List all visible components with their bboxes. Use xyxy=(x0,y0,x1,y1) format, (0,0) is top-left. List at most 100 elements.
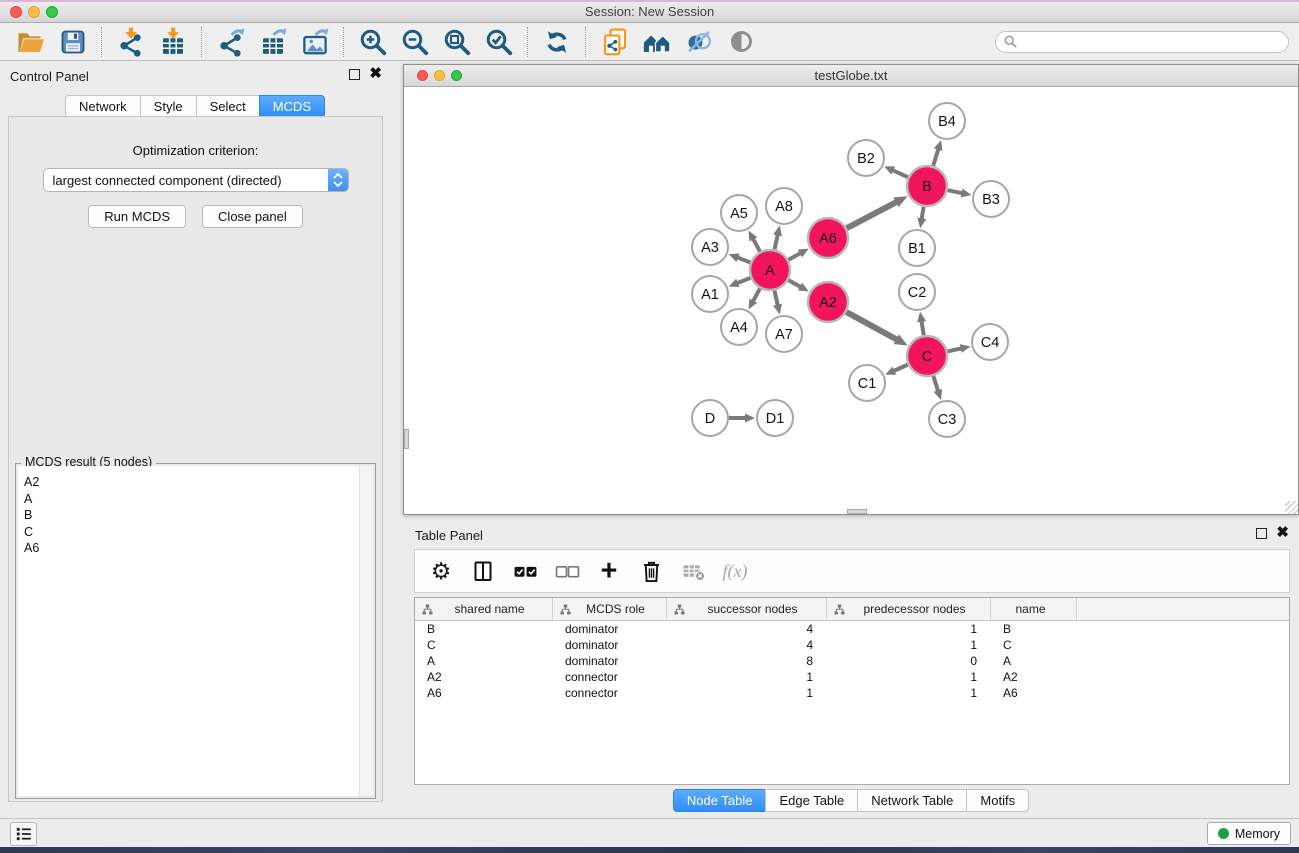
edge-B-B3[interactable] xyxy=(948,190,964,193)
bottom-splitter-handle[interactable] xyxy=(847,509,867,514)
column-header-predecessor-nodes[interactable]: predecessor nodes xyxy=(827,598,991,620)
toolbar-separator xyxy=(585,27,587,57)
edge-A2-C[interactable] xyxy=(846,312,898,340)
search-icon xyxy=(1004,35,1017,48)
node-label-A7: A7 xyxy=(775,327,793,343)
zoom-selected-icon xyxy=(484,27,514,57)
edge-B-B4[interactable] xyxy=(933,148,939,166)
settings-button[interactable]: ⚙ xyxy=(425,556,457,586)
left-splitter-handle[interactable] xyxy=(404,429,409,449)
save-session-button[interactable] xyxy=(52,25,94,59)
zoom-out-button[interactable] xyxy=(394,25,436,59)
result-list-item[interactable]: A2 xyxy=(24,474,373,491)
memory-button[interactable]: Memory xyxy=(1207,822,1291,845)
edge-A-A1[interactable] xyxy=(736,278,751,284)
toggle-graphics-details-button[interactable] xyxy=(678,25,720,59)
task-history-button[interactable] xyxy=(10,822,37,846)
float-table-panel-icon[interactable] xyxy=(1256,528,1267,539)
resize-grip[interactable] xyxy=(1285,501,1298,514)
import-table-button[interactable] xyxy=(152,25,194,59)
function-builder-button: f(x) xyxy=(719,556,751,586)
edge-A-A2[interactable] xyxy=(788,280,801,287)
edge-C-C4[interactable] xyxy=(947,348,962,351)
export-table-button[interactable] xyxy=(252,25,294,59)
tab-network[interactable]: Network xyxy=(65,95,141,118)
result-list-item[interactable]: A6 xyxy=(24,540,373,557)
desktop-edge-bottom xyxy=(0,847,1299,853)
table-panel: Table Panel ✖ ⚙+f(x) shared nameMCDS rol… xyxy=(403,520,1299,818)
network-canvas[interactable]: AA1A2A3A4A5A6A7A8BB1B2B3B4CC1C2C3C4DD1 xyxy=(404,87,1298,514)
node-table[interactable]: shared nameMCDS rolesuccessor nodesprede… xyxy=(414,597,1290,785)
edge-A-A3[interactable] xyxy=(736,257,750,262)
tab-select[interactable]: Select xyxy=(196,95,260,118)
close-network-icon[interactable] xyxy=(417,70,428,81)
tab-network-table[interactable]: Network Table xyxy=(857,789,967,812)
list-scrollbar[interactable] xyxy=(359,466,373,796)
network-graph[interactable]: AA1A2A3A4A5A6A7A8BB1B2B3B4CC1C2C3C4DD1 xyxy=(404,87,1298,514)
close-window-icon[interactable] xyxy=(10,6,22,18)
run-mcds-button[interactable]: Run MCDS xyxy=(88,205,186,228)
search-input[interactable] xyxy=(1022,34,1280,50)
export-image-button[interactable] xyxy=(294,25,336,59)
clone-network-button[interactable] xyxy=(594,25,636,59)
result-list-item[interactable]: C xyxy=(24,524,373,541)
zoom-fit-button[interactable] xyxy=(436,25,478,59)
close-panel-icon[interactable]: ✖ xyxy=(369,68,382,80)
table-cell: A2 xyxy=(415,670,553,684)
tab-motifs[interactable]: Motifs xyxy=(966,789,1029,812)
table-row[interactable]: Bdominator41B xyxy=(415,621,1289,637)
zoom-window-icon[interactable] xyxy=(46,6,58,18)
edge-A-A4[interactable] xyxy=(752,288,760,302)
mcds-result-list[interactable]: A2ABCA6 xyxy=(18,466,373,796)
column-header-name[interactable]: name xyxy=(991,598,1077,620)
edge-A-A6[interactable] xyxy=(788,252,801,259)
edge-C-C3[interactable] xyxy=(933,376,938,392)
edge-C-C2[interactable] xyxy=(921,320,923,336)
tab-node-table[interactable]: Node Table xyxy=(673,789,767,812)
edge-A6-B[interactable] xyxy=(847,201,898,228)
export-network-button[interactable] xyxy=(210,25,252,59)
split-panel-button[interactable] xyxy=(467,556,499,586)
zoom-network-icon[interactable] xyxy=(451,70,462,81)
add-row-button[interactable]: + xyxy=(593,556,625,586)
minimize-window-icon[interactable] xyxy=(28,6,40,18)
tab-edge-table[interactable]: Edge Table xyxy=(765,789,858,812)
birds-eye-view-button[interactable] xyxy=(720,25,762,59)
close-table-panel-icon[interactable]: ✖ xyxy=(1276,527,1289,539)
column-header-MCDS-role[interactable]: MCDS role xyxy=(553,598,667,620)
result-list-item[interactable]: B xyxy=(24,507,373,524)
edge-A-A8[interactable] xyxy=(774,233,778,249)
refresh-button[interactable] xyxy=(536,25,578,59)
float-panel-icon[interactable] xyxy=(349,69,360,80)
criterion-select[interactable]: largest connected component (directed) xyxy=(43,168,349,192)
edge-A-A5[interactable] xyxy=(752,238,760,252)
minimize-network-icon[interactable] xyxy=(434,70,445,81)
result-list-item[interactable]: A xyxy=(24,491,373,508)
table-row[interactable]: Cdominator41C xyxy=(415,637,1289,653)
go-home-button[interactable] xyxy=(636,25,678,59)
close-panel-button[interactable]: Close panel xyxy=(202,205,303,228)
search-box[interactable] xyxy=(995,31,1289,53)
table-cell: 0 xyxy=(827,654,991,668)
edge-B-B2[interactable] xyxy=(891,170,907,178)
import-network-button[interactable] xyxy=(110,25,152,59)
table-row[interactable]: A6connector11A6 xyxy=(415,685,1289,701)
tab-style[interactable]: Style xyxy=(140,95,197,118)
table-cell: 8 xyxy=(667,654,827,668)
column-header-successor-nodes[interactable]: successor nodes xyxy=(667,598,827,620)
edge-C-C1[interactable] xyxy=(893,365,908,372)
node-label-B4: B4 xyxy=(938,114,956,130)
delete-row-button[interactable] xyxy=(635,556,667,586)
column-header-shared-name[interactable]: shared name xyxy=(415,598,553,620)
edge-B-B1[interactable] xyxy=(921,207,923,221)
open-session-button[interactable] xyxy=(10,25,52,59)
tab-mcds[interactable]: MCDS xyxy=(259,95,325,118)
select-all-checkbox-button[interactable] xyxy=(509,556,541,586)
edge-A-A7[interactable] xyxy=(774,291,778,307)
table-row[interactable]: Adominator80A xyxy=(415,653,1289,669)
edge-arrowhead xyxy=(960,344,971,353)
deselect-all-checkbox-button[interactable] xyxy=(551,556,583,586)
zoom-in-button[interactable] xyxy=(352,25,394,59)
table-row[interactable]: A2connector11A2 xyxy=(415,669,1289,685)
zoom-selected-button[interactable] xyxy=(478,25,520,59)
